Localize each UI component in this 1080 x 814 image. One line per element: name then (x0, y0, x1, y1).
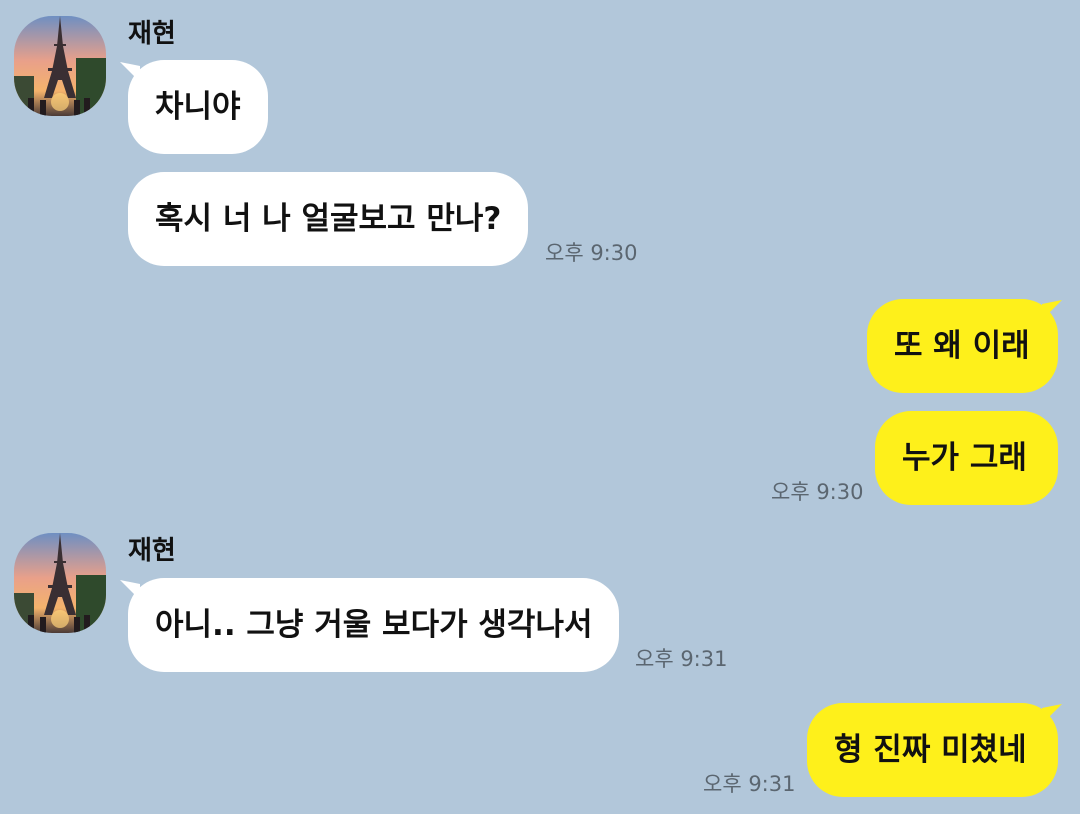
eiffel-tower-photo-icon (14, 16, 106, 116)
incoming-message-bubble[interactable]: 차니야 (128, 60, 268, 154)
outgoing-message-bubble[interactable]: 누가 그래 (875, 411, 1058, 505)
message-time: 오후 9:31 (635, 647, 728, 671)
sender-name: 재현 (128, 19, 176, 49)
bubble-tail (1042, 300, 1066, 320)
bubble-tail (1042, 704, 1066, 724)
chat-room[interactable]: 재현 차니야 혹시 너 나 얼굴보고 만나? 오후 9:30 또 왜 이래 누가… (0, 0, 1080, 814)
sender-name: 재현 (128, 536, 176, 566)
incoming-message-bubble[interactable]: 아니.. 그냥 거울 보다가 생각나서 (128, 578, 620, 672)
message-time: 오후 9:30 (545, 241, 638, 265)
outgoing-message-bubble[interactable]: 형 진짜 미쳤네 (807, 703, 1058, 797)
sender-avatar[interactable] (14, 16, 106, 116)
outgoing-message-bubble[interactable]: 또 왜 이래 (867, 299, 1058, 393)
message-time: 오후 9:31 (703, 772, 796, 796)
sender-avatar[interactable] (14, 533, 106, 633)
eiffel-tower-photo-icon (14, 533, 106, 633)
incoming-message-bubble[interactable]: 혹시 너 나 얼굴보고 만나? (128, 172, 529, 266)
message-time: 오후 9:30 (771, 480, 864, 504)
